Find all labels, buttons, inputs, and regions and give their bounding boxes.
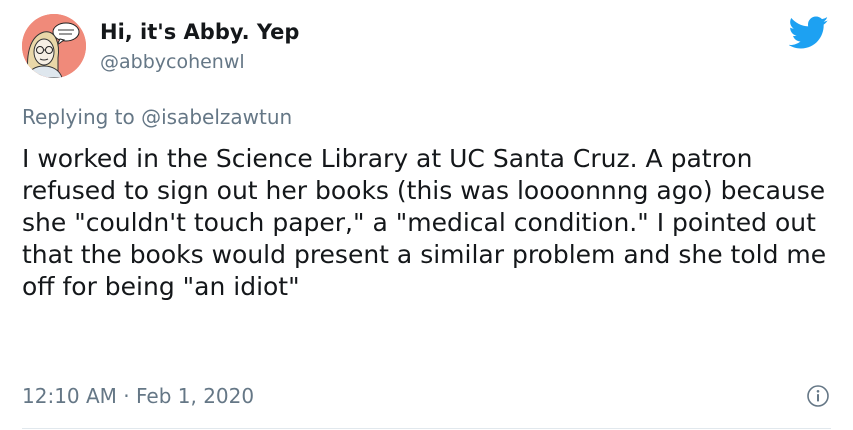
divider <box>22 428 831 429</box>
reply-prefix: Replying to <box>22 105 135 129</box>
twitter-bird-icon[interactable] <box>788 16 829 50</box>
tweet-timestamp[interactable]: 12:10 AM · Feb 1, 2020 <box>22 384 254 408</box>
info-icon[interactable] <box>806 384 830 408</box>
avatar-illustration <box>22 14 86 78</box>
user-handle[interactable]: @abbycohenwl <box>100 51 245 73</box>
display-name[interactable]: Hi, it's Abby. Yep <box>100 20 299 44</box>
avatar[interactable] <box>22 14 86 78</box>
tweet-text: I worked in the Science Library at UC Sa… <box>22 144 827 301</box>
reply-context: Replying to @isabelzawtun <box>22 105 292 129</box>
reply-to-handle[interactable]: @isabelzawtun <box>141 105 292 129</box>
